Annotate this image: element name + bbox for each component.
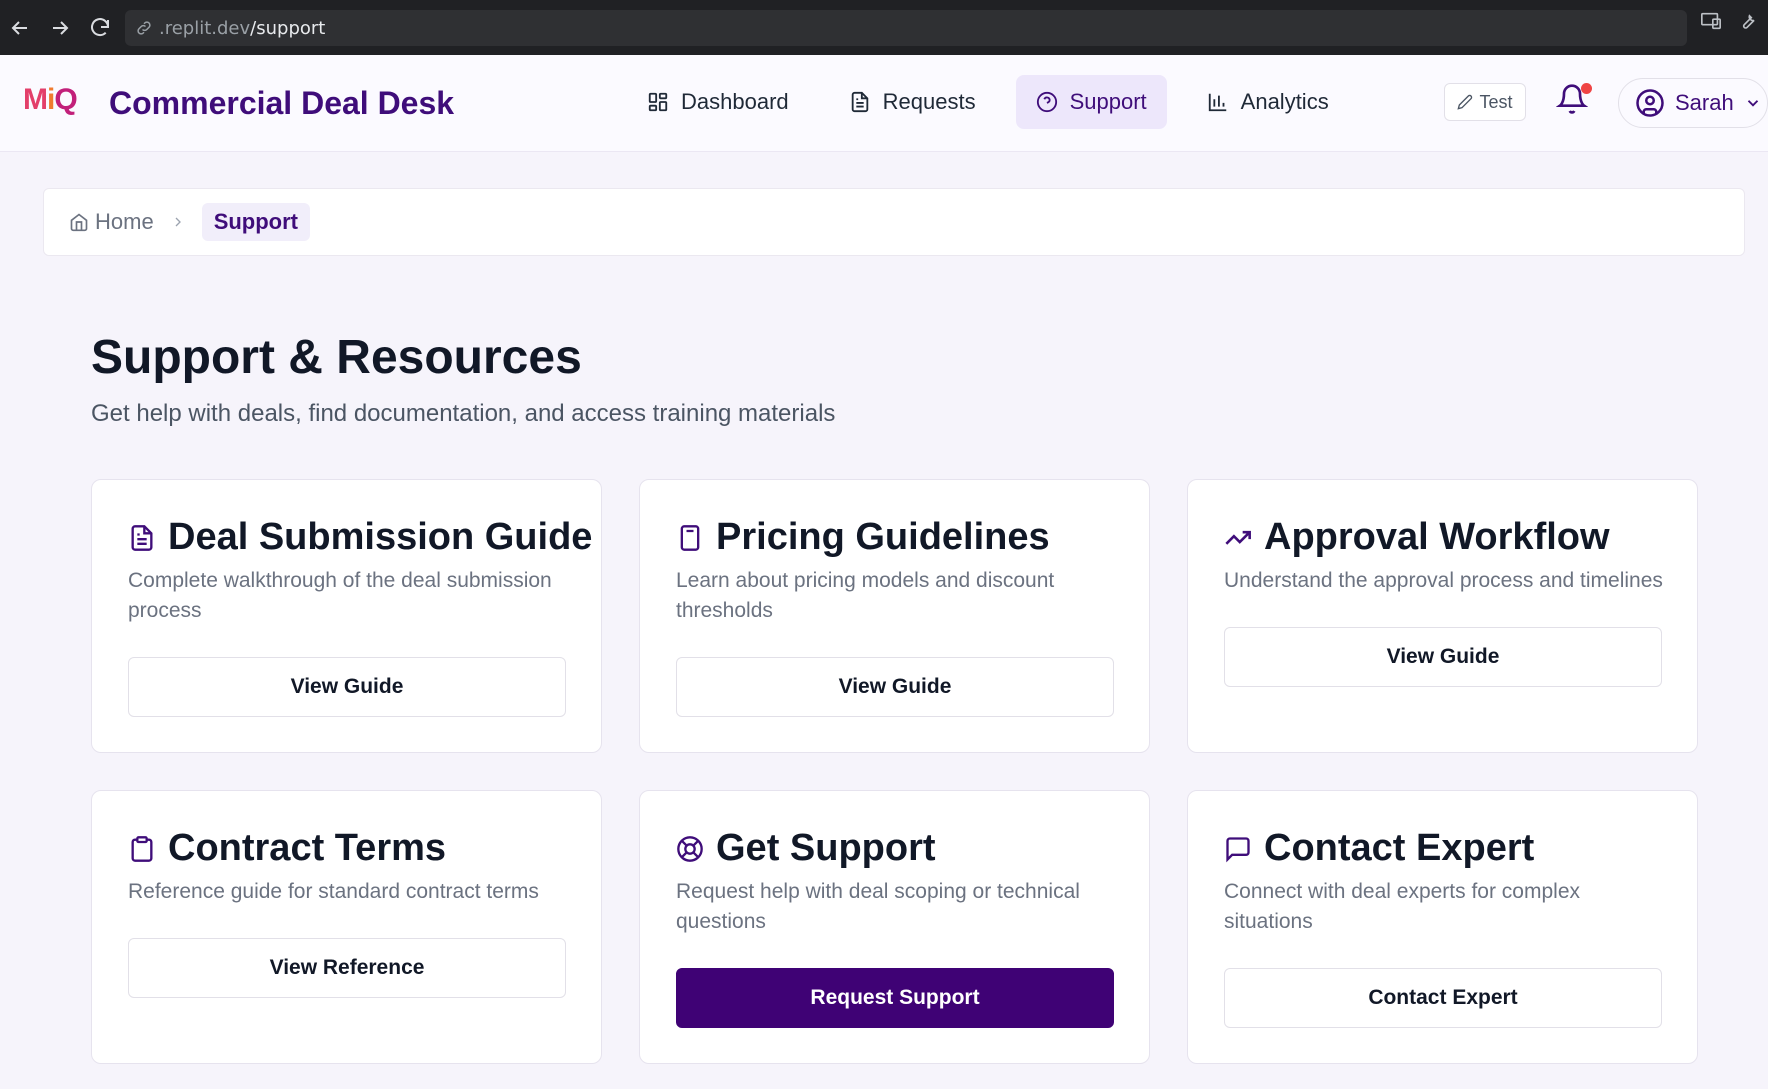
notifications-button[interactable] (1555, 83, 1592, 119)
nav-analytics[interactable]: Analytics (1187, 75, 1349, 129)
nav-label: Dashboard (681, 89, 789, 114)
card-description: Reference guide for standard contract te… (128, 880, 539, 903)
life-buoy-icon (677, 835, 703, 862)
card-title: Pricing Guidelines (716, 516, 1050, 558)
card-description: Understand the approval process and time… (1224, 569, 1663, 592)
test-button[interactable]: Test (1444, 83, 1526, 121)
trending-up-icon (1225, 530, 1251, 545)
notification-dot (1581, 83, 1592, 94)
nav-label: Support (1069, 89, 1147, 114)
file-text-icon (131, 524, 153, 551)
top-navigation: Dashboard Requests Support Analytics (627, 75, 1349, 129)
wrench-icon[interactable] (1736, 10, 1758, 32)
nav-requests[interactable]: Requests (829, 75, 996, 129)
browser-toolbar: .replit.dev/support (0, 0, 1768, 55)
home-icon (70, 213, 88, 232)
chevron-down-icon (1747, 100, 1758, 107)
app-header: MiQ Commercial Deal Desk Dashboard Reque… (0, 55, 1768, 152)
card-approval-workflow: Approval Workflow Understand the approva… (1187, 479, 1698, 753)
card-description: Complete walkthrough of the deal submiss… (128, 569, 552, 622)
page-subtitle: Get help with deals, find documentation,… (91, 400, 836, 427)
view-guide-button[interactable]: View Guide (128, 657, 566, 717)
card-description: Learn about pricing models and discount … (676, 569, 1055, 622)
clipboard-icon (131, 835, 153, 862)
forward-icon[interactable] (40, 8, 80, 48)
address-bar[interactable]: .replit.dev/support (125, 10, 1687, 46)
card-title: Deal Submission Guide (168, 516, 593, 558)
breadcrumb-current: Support (201, 203, 311, 241)
bar-chart-icon (1208, 93, 1226, 112)
message-square-icon (1226, 836, 1250, 862)
view-guide-button[interactable]: View Guide (676, 657, 1114, 717)
user-menu-button[interactable]: Sarah (1618, 78, 1768, 128)
breadcrumb-home[interactable]: Home (69, 209, 154, 235)
breadcrumb-home-label: Home (95, 209, 154, 234)
card-description: Request help with deal scoping or techni… (676, 880, 1080, 933)
card-title: Approval Workflow (1264, 516, 1610, 558)
card-contract-terms: Contract Terms Reference guide for stand… (91, 790, 602, 1064)
card-title: Contract Terms (168, 827, 447, 869)
document-icon (851, 91, 868, 113)
nav-dashboard[interactable]: Dashboard (627, 75, 809, 129)
card-get-support: Get Support Request help with deal scopi… (639, 790, 1150, 1064)
user-circle-icon (1636, 89, 1664, 117)
breadcrumb: Home Support (43, 188, 1745, 256)
url-domain: .replit.dev (159, 17, 251, 39)
card-description: Connect with deal experts for complex si… (1224, 880, 1581, 933)
app-title[interactable]: Commercial Deal Desk (109, 85, 454, 122)
contact-expert-button[interactable]: Contact Expert (1224, 968, 1662, 1028)
card-pricing-guidelines: Pricing Guidelines Learn about pricing m… (639, 479, 1150, 753)
url-path: /support (250, 17, 326, 39)
test-label: Test (1479, 91, 1513, 112)
view-guide-button[interactable]: View Guide (1224, 627, 1662, 687)
calculator-icon (680, 524, 700, 551)
chevron-right-icon (175, 217, 181, 227)
request-support-button[interactable]: Request Support (676, 968, 1114, 1028)
card-deal-submission-guide: Deal Submission Guide Complete walkthrou… (91, 479, 602, 753)
card-contact-expert: Contact Expert Connect with deal experts… (1187, 790, 1698, 1064)
card-title: Contact Expert (1264, 827, 1535, 869)
link-icon (137, 21, 151, 35)
view-reference-button[interactable]: View Reference (128, 938, 566, 998)
card-title: Get Support (716, 827, 936, 869)
back-icon[interactable] (0, 8, 40, 48)
nav-label: Analytics (1240, 89, 1329, 114)
help-circle-icon (1036, 91, 1057, 113)
cast-icon[interactable] (1700, 10, 1722, 32)
page-title: Support & Resources (91, 331, 582, 384)
user-name: Sarah (1675, 90, 1734, 115)
pencil-icon (1457, 94, 1473, 110)
grid-icon (648, 92, 668, 112)
nav-support[interactable]: Support (1015, 75, 1167, 129)
nav-label: Requests (882, 89, 976, 114)
reload-icon[interactable] (80, 8, 120, 48)
miq-logo[interactable]: MiQ (23, 83, 78, 117)
